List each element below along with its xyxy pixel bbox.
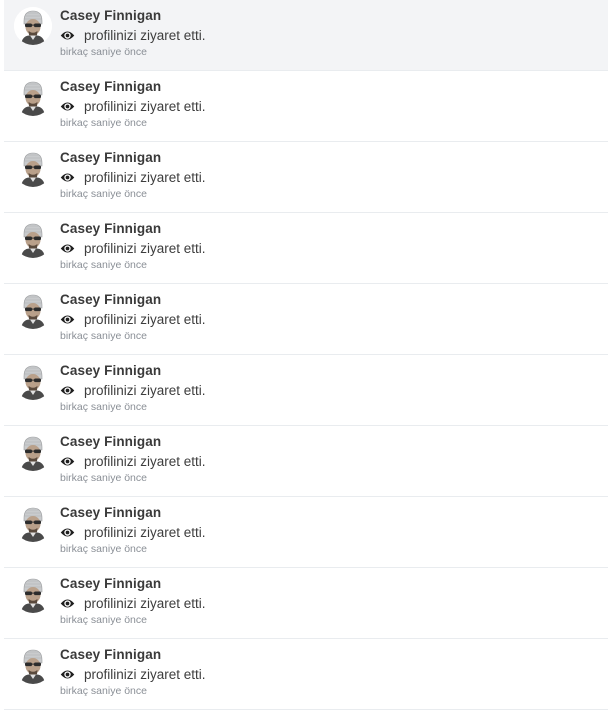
notification-item[interactable]: Casey Finnigan profilinizi ziyaret etti.… <box>4 142 608 213</box>
eye-icon <box>60 99 75 114</box>
notification-action: profilinizi ziyaret etti. <box>60 310 206 328</box>
eye-icon <box>60 596 75 611</box>
action-text: profilinizi ziyaret etti. <box>84 382 206 398</box>
user-name[interactable]: Casey Finnigan <box>60 647 161 662</box>
notification-action: profilinizi ziyaret etti. <box>60 97 206 115</box>
action-text: profilinizi ziyaret etti. <box>84 27 206 43</box>
timestamp: birkaç saniye önce <box>60 330 147 342</box>
eye-icon <box>60 241 75 256</box>
eye-icon <box>60 28 75 43</box>
eye-icon <box>60 383 75 398</box>
action-text: profilinizi ziyaret etti. <box>84 169 206 185</box>
timestamp: birkaç saniye önce <box>60 472 147 484</box>
avatar[interactable] <box>14 78 52 116</box>
user-name[interactable]: Casey Finnigan <box>60 434 161 449</box>
avatar[interactable] <box>14 149 52 187</box>
user-name[interactable]: Casey Finnigan <box>60 576 161 591</box>
notification-item[interactable]: Casey Finnigan profilinizi ziyaret etti.… <box>4 497 608 568</box>
action-text: profilinizi ziyaret etti. <box>84 311 206 327</box>
avatar[interactable] <box>14 646 52 684</box>
action-text: profilinizi ziyaret etti. <box>84 524 206 540</box>
notification-item[interactable]: Casey Finnigan profilinizi ziyaret etti.… <box>4 568 608 639</box>
notification-item[interactable]: Casey Finnigan profilinizi ziyaret etti.… <box>4 71 608 142</box>
user-name[interactable]: Casey Finnigan <box>60 8 161 23</box>
notification-action: profilinizi ziyaret etti. <box>60 26 206 44</box>
notification-item[interactable]: Casey Finnigan profilinizi ziyaret etti.… <box>4 426 608 497</box>
avatar[interactable] <box>14 220 52 258</box>
eye-icon <box>60 170 75 185</box>
action-text: profilinizi ziyaret etti. <box>84 595 206 611</box>
user-name[interactable]: Casey Finnigan <box>60 292 161 307</box>
user-name[interactable]: Casey Finnigan <box>60 79 161 94</box>
timestamp: birkaç saniye önce <box>60 188 147 200</box>
notification-action: profilinizi ziyaret etti. <box>60 452 206 470</box>
notification-action: profilinizi ziyaret etti. <box>60 665 206 683</box>
avatar[interactable] <box>14 433 52 471</box>
eye-icon <box>60 667 75 682</box>
notification-item[interactable]: Casey Finnigan profilinizi ziyaret etti.… <box>4 355 608 426</box>
avatar[interactable] <box>14 291 52 329</box>
user-name[interactable]: Casey Finnigan <box>60 221 161 236</box>
notification-item[interactable]: Casey Finnigan profilinizi ziyaret etti.… <box>4 284 608 355</box>
eye-icon <box>60 454 75 469</box>
timestamp: birkaç saniye önce <box>60 543 147 555</box>
avatar[interactable] <box>14 362 52 400</box>
eye-icon <box>60 312 75 327</box>
user-name[interactable]: Casey Finnigan <box>60 505 161 520</box>
notification-action: profilinizi ziyaret etti. <box>60 523 206 541</box>
user-name[interactable]: Casey Finnigan <box>60 363 161 378</box>
user-name[interactable]: Casey Finnigan <box>60 150 161 165</box>
notification-item[interactable]: Casey Finnigan profilinizi ziyaret etti.… <box>4 639 608 710</box>
notification-action: profilinizi ziyaret etti. <box>60 239 206 257</box>
notification-item[interactable]: Casey Finnigan profilinizi ziyaret etti.… <box>4 0 608 71</box>
notification-list: Casey Finnigan profilinizi ziyaret etti.… <box>0 0 613 710</box>
notification-action: profilinizi ziyaret etti. <box>60 168 206 186</box>
avatar[interactable] <box>14 575 52 613</box>
action-text: profilinizi ziyaret etti. <box>84 240 206 256</box>
notification-item[interactable]: Casey Finnigan profilinizi ziyaret etti.… <box>4 213 608 284</box>
timestamp: birkaç saniye önce <box>60 685 147 697</box>
notification-action: profilinizi ziyaret etti. <box>60 594 206 612</box>
timestamp: birkaç saniye önce <box>60 46 147 58</box>
avatar[interactable] <box>14 7 52 45</box>
notification-action: profilinizi ziyaret etti. <box>60 381 206 399</box>
action-text: profilinizi ziyaret etti. <box>84 98 206 114</box>
action-text: profilinizi ziyaret etti. <box>84 666 206 682</box>
timestamp: birkaç saniye önce <box>60 614 147 626</box>
action-text: profilinizi ziyaret etti. <box>84 453 206 469</box>
eye-icon <box>60 525 75 540</box>
avatar[interactable] <box>14 504 52 542</box>
timestamp: birkaç saniye önce <box>60 259 147 271</box>
timestamp: birkaç saniye önce <box>60 401 147 413</box>
timestamp: birkaç saniye önce <box>60 117 147 129</box>
